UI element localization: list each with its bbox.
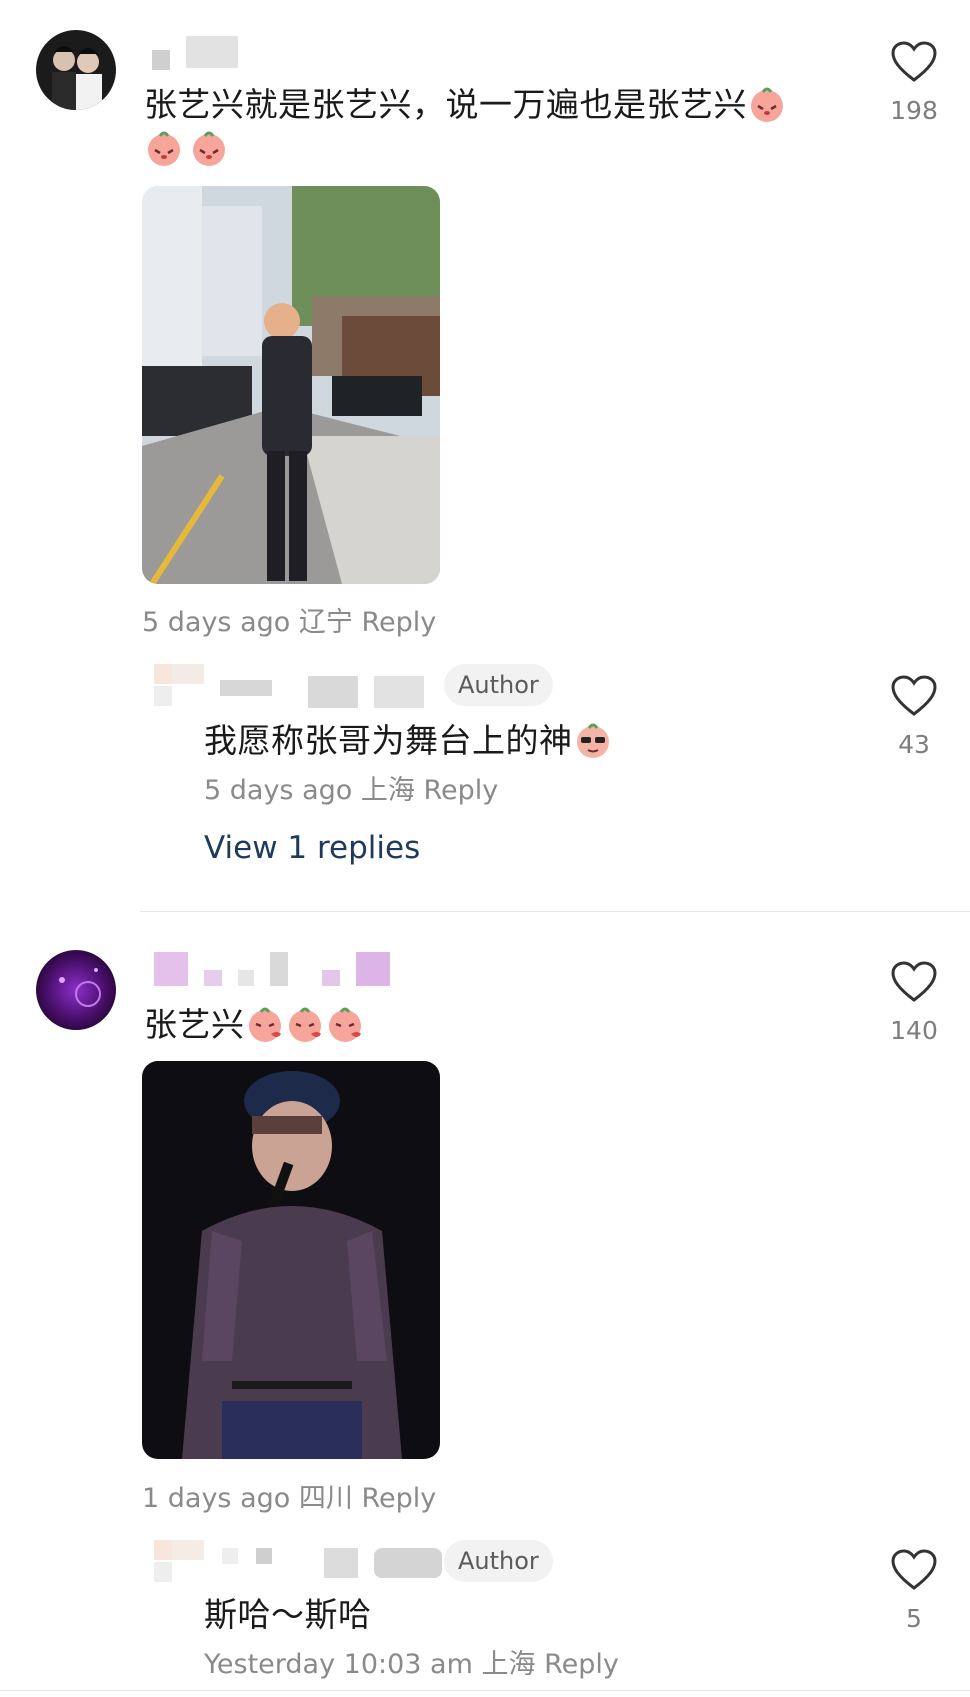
reply-button[interactable]: Reply bbox=[544, 1649, 619, 1680]
timestamp: 5 days ago bbox=[204, 775, 353, 806]
like-count: 140 bbox=[890, 1016, 938, 1045]
peach-emoji-icon bbox=[747, 84, 787, 136]
avatar[interactable] bbox=[36, 950, 116, 1030]
like-button[interactable] bbox=[890, 960, 938, 1008]
peach-emoji-icon bbox=[189, 128, 229, 172]
heart-outline-icon bbox=[891, 961, 937, 1002]
view-replies-link[interactable]: View 1 replies bbox=[204, 830, 420, 866]
reply-meta: 5 days ago 上海 Reply bbox=[204, 768, 498, 807]
reply-like-button[interactable] bbox=[890, 674, 938, 722]
like-button[interactable] bbox=[890, 40, 938, 88]
comment-image[interactable] bbox=[142, 1061, 440, 1459]
comment-image[interactable] bbox=[142, 186, 440, 584]
author-badge: Author bbox=[444, 1540, 553, 1582]
location: 上海 bbox=[360, 775, 415, 806]
reply-like-button[interactable] bbox=[890, 1548, 938, 1596]
comment-text: 张艺兴就是张艺兴，说一万遍也是张艺兴 bbox=[144, 82, 787, 136]
comment-meta: 5 days ago 辽宁 Reply bbox=[142, 600, 436, 639]
bottom-divider bbox=[0, 1690, 970, 1691]
author-badge: Author bbox=[444, 664, 553, 706]
avatar[interactable] bbox=[36, 30, 116, 110]
timestamp: 1 days ago bbox=[142, 1483, 291, 1514]
comment-text: 张艺兴 bbox=[144, 1002, 365, 1056]
reply-button[interactable]: Reply bbox=[361, 1483, 436, 1514]
peach-kiss-emoji-icon bbox=[325, 1004, 365, 1056]
reply-text: 我愿称张哥为舞台上的神 bbox=[204, 718, 613, 772]
location: 四川 bbox=[298, 1483, 353, 1514]
location: 上海 bbox=[481, 1649, 536, 1680]
cool-emoji-icon bbox=[573, 720, 613, 772]
heart-outline-icon bbox=[891, 675, 937, 716]
peach-emoji-icon bbox=[144, 128, 184, 172]
peach-kiss-emoji-icon bbox=[245, 1004, 285, 1056]
comment-meta: 1 days ago 四川 Reply bbox=[142, 1476, 436, 1515]
peach-kiss-emoji-icon bbox=[285, 1004, 325, 1056]
timestamp: Yesterday 10:03 am bbox=[204, 1649, 473, 1680]
timestamp: 5 days ago bbox=[142, 607, 291, 638]
reply-button[interactable]: Reply bbox=[423, 775, 498, 806]
reply-button[interactable]: Reply bbox=[361, 607, 436, 638]
like-count: 5 bbox=[906, 1604, 922, 1633]
like-count: 198 bbox=[890, 96, 938, 125]
heart-outline-icon bbox=[891, 1549, 937, 1590]
emoji-row bbox=[144, 128, 229, 172]
location: 辽宁 bbox=[298, 607, 353, 638]
reply-text: 斯哈～斯哈 bbox=[204, 1595, 372, 1634]
like-count: 43 bbox=[898, 730, 930, 759]
heart-outline-icon bbox=[891, 41, 937, 82]
reply-meta: Yesterday 10:03 am 上海 Reply bbox=[204, 1642, 619, 1681]
divider bbox=[140, 911, 970, 912]
